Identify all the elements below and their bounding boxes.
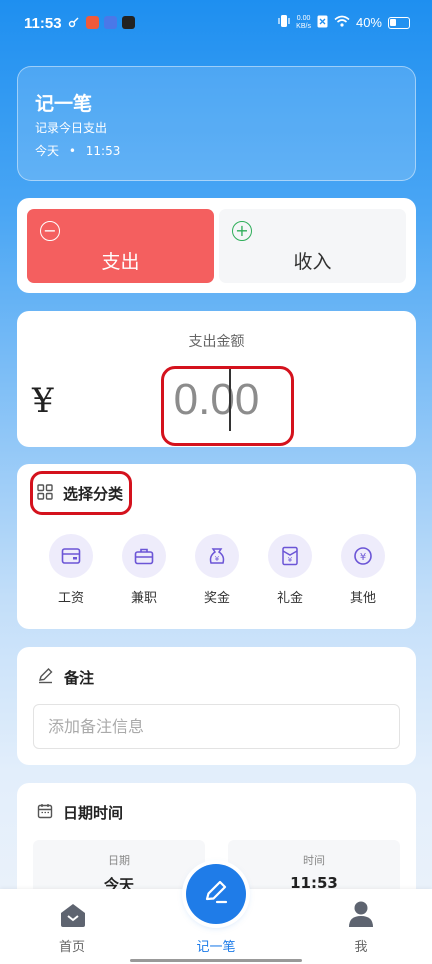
note-header: 备注: [37, 667, 94, 688]
user-icon: [348, 900, 374, 932]
category-item-gift[interactable]: ¥ 礼金: [260, 534, 320, 606]
dark-app-icon: [122, 16, 135, 29]
battery-icon: [388, 16, 410, 29]
calendar-icon: [37, 803, 53, 823]
type-toggle-card: − 支出 + 收入: [17, 198, 416, 293]
status-time: 11:53: [24, 15, 62, 32]
datetime-title: 日期时间: [63, 804, 124, 822]
category-card: 选择分类 工资 兼职 ¥ 奖金 ¥ 礼金 ¥ 其他: [17, 464, 416, 629]
wifi-icon: [334, 15, 350, 30]
vibrate-icon: [278, 14, 290, 31]
yuan-coin-icon: ¥: [341, 534, 385, 578]
category-item-other[interactable]: ¥ 其他: [333, 534, 393, 606]
status-app-icons: [68, 16, 135, 29]
expense-toggle-button[interactable]: − 支出: [27, 209, 214, 283]
tab-me[interactable]: 我: [316, 889, 406, 964]
expense-label: 支出: [101, 251, 140, 273]
red-app-icon: [86, 16, 99, 29]
red-envelope-icon: ¥: [268, 534, 312, 578]
tab-home[interactable]: 首页: [27, 889, 117, 964]
wallet-icon: [49, 534, 93, 578]
page-header-card: 记一笔 记录今日支出 今天 • 11:53: [17, 66, 416, 181]
time-caption: 时间: [303, 854, 325, 867]
net-speed: 0.00 KB/s: [296, 14, 311, 30]
edit-icon: [202, 878, 230, 910]
note-card: 备注: [17, 647, 416, 765]
pen-icon: [37, 667, 54, 688]
category-item-bonus[interactable]: ¥ 奖金: [187, 534, 247, 606]
header-datetime: 今天 • 11:53: [35, 144, 121, 158]
link-app-icon: [68, 16, 81, 29]
page-subtitle: 记录今日支出: [35, 121, 108, 135]
svg-text:¥: ¥: [215, 555, 220, 563]
home-indicator: [130, 959, 302, 962]
category-item-salary[interactable]: 工资: [41, 534, 101, 606]
briefcase-icon: [122, 534, 166, 578]
blue-app-icon: [104, 16, 117, 29]
amount-card: 支出金额 ¥ 0.00: [17, 311, 416, 447]
income-toggle-button[interactable]: + 收入: [219, 209, 406, 283]
status-bar: 11:53 0.00 KB/s 40%: [0, 0, 432, 52]
svg-text:¥: ¥: [288, 556, 293, 564]
category-item-parttime[interactable]: 兼职: [114, 534, 174, 606]
datetime-header: 日期时间: [37, 802, 123, 823]
income-label: 收入: [293, 251, 332, 273]
page-title: 记一笔: [35, 93, 93, 115]
record-fab-button[interactable]: [186, 864, 246, 924]
note-title: 备注: [64, 669, 95, 687]
date-caption: 日期: [108, 854, 130, 867]
status-right: 0.00 KB/s 40%: [278, 14, 410, 31]
minus-circle-icon: −: [40, 221, 60, 241]
money-bag-icon: ¥: [195, 534, 239, 578]
svg-text:¥: ¥: [360, 552, 366, 563]
amount-highlight-box: [161, 366, 294, 446]
amount-label: 支出金额: [188, 334, 245, 350]
category-highlight-box: [30, 471, 132, 515]
plus-circle-icon: +: [232, 221, 252, 241]
sim-icon: [317, 15, 328, 31]
battery-percent: 40%: [355, 15, 382, 30]
note-input[interactable]: [33, 704, 400, 749]
home-icon: [60, 902, 86, 932]
